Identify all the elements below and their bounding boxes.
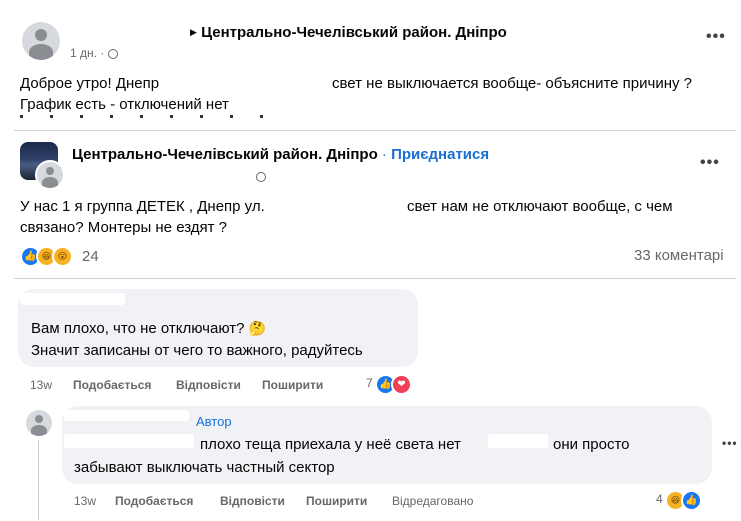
meta-separator: · (100, 46, 105, 60)
post1-header: ▶ Центрально-Чечелівський район. Дніпро (190, 24, 507, 41)
post1-time[interactable]: 1 дн. (70, 46, 97, 60)
avatar-head (35, 29, 47, 41)
post1-group-name[interactable]: Центрально-Чечелівський район. Дніпро (201, 24, 507, 41)
comment2-reactions-count: 4 (656, 492, 663, 506)
post2-reactions-count: 24 (82, 248, 99, 265)
comment2-author-redacted (64, 410, 189, 421)
comment1-text-line1: Вам плохо, что не отключают? 🤔 (31, 318, 266, 339)
post1-text-line2: График есть - отключений нет (20, 96, 229, 113)
comment2-reactions[interactable]: 4 😆 👍 (656, 490, 711, 511)
comment1-reactions-count: 7 (366, 376, 373, 390)
post1-meta: 1 дн. · (70, 46, 118, 60)
comment1-time[interactable]: 13w (30, 378, 52, 392)
comment2-share-button[interactable]: Поширити (306, 494, 367, 508)
like-reaction-icon: 👍 (681, 490, 702, 511)
comment1-text-line2: Значит записаны от чего то важного, раду… (31, 342, 363, 359)
avatar-body (29, 44, 53, 60)
comment1-like-button[interactable]: Подобається (73, 378, 151, 392)
comment1-reply-button[interactable]: Відповісти (176, 378, 241, 392)
triangle-right-icon: ▶ (190, 27, 197, 37)
author-badge: Автор (196, 414, 232, 429)
more-horizontal-icon[interactable]: ••• (700, 154, 720, 172)
avatar-head (35, 415, 43, 423)
wow-reaction-icon: 😮 (52, 246, 73, 267)
comment1-share-button[interactable]: Поширити (262, 378, 323, 392)
avatar-body (42, 177, 58, 188)
post2-text-line2: связано? Монтеры не ездят ? (20, 219, 228, 236)
comment2-text-line2: забывают выключать частный сектор (74, 459, 335, 476)
comment2-text-line1b: они просто (553, 436, 630, 453)
thinking-emoji-icon: 🤔 (248, 320, 267, 336)
comment2-text-line1a: плохо теща приехала у неё света нет (200, 436, 461, 453)
comment1-author-redacted (20, 293, 125, 305)
more-horizontal-icon[interactable]: ••• (722, 436, 738, 450)
avatar-body (31, 425, 47, 436)
comment2-reply-button[interactable]: Відповісти (220, 494, 285, 508)
comment2-text-redacted (488, 434, 548, 448)
avatar-head (46, 167, 54, 175)
globe-icon (107, 48, 118, 59)
post2-text-line1a: У нас 1 я группа ДЕТЕК , Днепр ул. (20, 198, 265, 215)
comment2-edited-label: Відредаговано (392, 494, 474, 508)
post2-header: Центрально-Чечелівський район. Дніпро · … (72, 146, 489, 163)
post2-reactions[interactable]: 👍 😆 😮 24 (20, 246, 100, 267)
post2-group-name[interactable]: Центрально-Чечелівський район. Дніпро (72, 146, 378, 163)
comment2-like-button[interactable]: Подобається (115, 494, 193, 508)
love-reaction-icon: ❤ (391, 374, 412, 395)
comment2-text-redacted (64, 434, 194, 448)
post1-avatar[interactable] (22, 22, 60, 60)
more-horizontal-icon[interactable]: ••• (706, 28, 726, 46)
post-divider (14, 278, 736, 279)
post2-comments-count[interactable]: 33 коментарі (634, 247, 724, 264)
post1-text-line1b: свет не выключается вообще- объясните пр… (332, 75, 693, 92)
post2-author-avatar[interactable] (35, 160, 65, 190)
post2-text-line1b: свет нам не отключают вообще, с чем (407, 198, 673, 215)
comment1-line1: Вам плохо, что не отключают? (31, 320, 245, 337)
comment2-avatar[interactable] (26, 410, 52, 436)
globe-icon (256, 172, 266, 182)
comment2-time[interactable]: 13w (74, 494, 96, 508)
join-group-link[interactable]: Приєднатися (391, 146, 489, 163)
thread-connector-line (38, 440, 39, 520)
comment1-reactions[interactable]: 7 👍 ❤ (366, 374, 418, 395)
join-prefix: · (381, 146, 387, 163)
post-divider (14, 130, 736, 131)
post1-text-line1a: Доброе утро! Днепр (20, 75, 160, 92)
clipped-text-remnant (20, 115, 290, 118)
